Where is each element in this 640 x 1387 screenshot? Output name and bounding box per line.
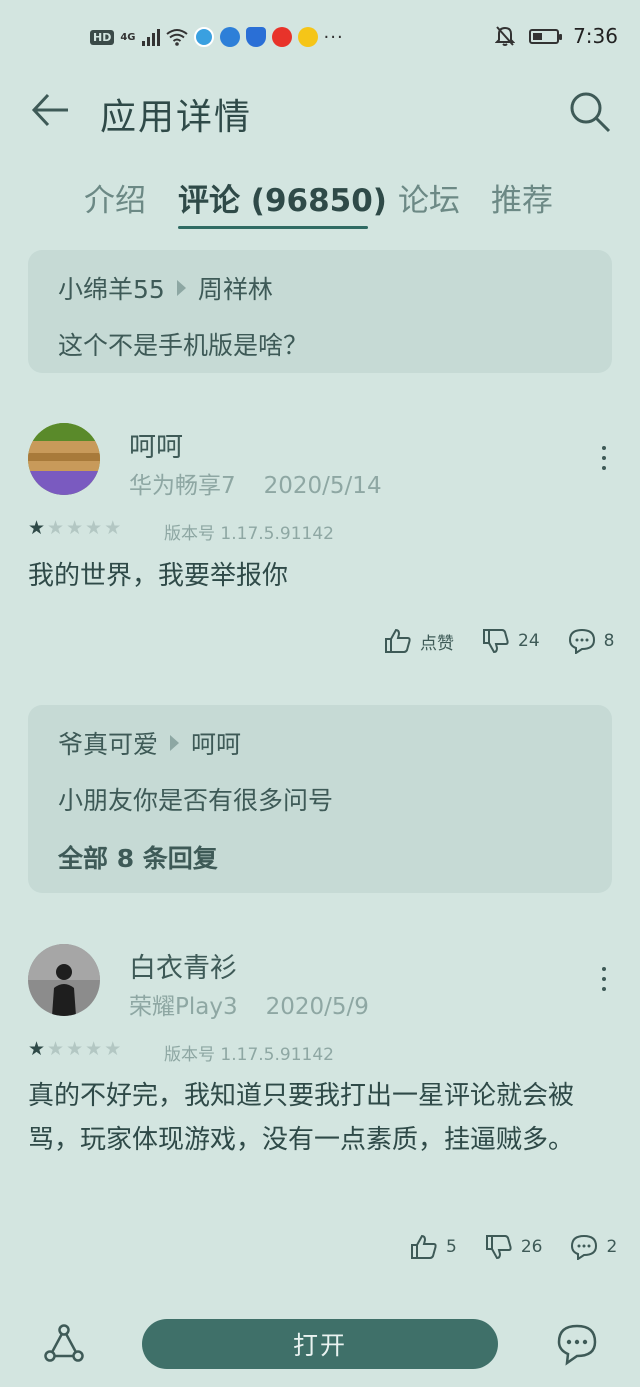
thumbs-up-icon: [411, 1234, 437, 1259]
star-rating: ★ ★ ★ ★ ★: [28, 517, 122, 539]
more-options-icon[interactable]: [600, 446, 608, 476]
reply-from-user[interactable]: 爷真可爱: [58, 725, 158, 761]
reviewer-name[interactable]: 呵呵: [129, 425, 183, 464]
avatar[interactable]: [28, 423, 100, 495]
clock: 7:36: [573, 24, 618, 48]
reply-text: 这个不是手机版是啥？: [58, 331, 309, 360]
page-title: 应用详情: [100, 97, 253, 138]
review-meta: 荣耀Play3 2020/5/9: [129, 987, 397, 1021]
reply-arrow-icon: [170, 735, 180, 751]
thumbs-down-icon: [483, 629, 509, 654]
shield-notification-icon: [245, 27, 266, 47]
wifi-icon: [165, 29, 188, 46]
reviewer-name[interactable]: 白衣青衫: [129, 946, 237, 985]
dislike-count: 24: [518, 631, 540, 651]
version-label: 版本号 1.17.5.91142: [164, 1045, 334, 1065]
share-icon[interactable]: [42, 1322, 86, 1366]
like-count: 点赞: [420, 633, 454, 654]
thumbs-down-icon: [485, 1235, 512, 1260]
reply-to-user[interactable]: 周祥林: [198, 270, 273, 306]
app-notification-icon: [193, 27, 214, 47]
back-arrow-icon[interactable]: [30, 90, 70, 130]
tab-bar: 介绍 评论 (96850) 论坛 推荐: [0, 175, 640, 229]
reply-card[interactable]: 爷真可爱 呵呵 小朋友你是否有很多问号 全部 8 条回复: [28, 705, 612, 893]
comment-button[interactable]: 8: [568, 628, 615, 654]
comment-count: 2: [606, 1237, 618, 1257]
mute-bell-icon: [495, 26, 516, 46]
search-icon[interactable]: [568, 90, 612, 134]
version-label: 版本号 1.17.5.91142: [164, 524, 334, 544]
all-replies-link[interactable]: 全部 8 条回复: [58, 839, 218, 875]
open-app-button[interactable]: 打开: [142, 1319, 498, 1369]
comment-bubble-icon: [571, 1234, 598, 1260]
star-rating: ★ ★ ★ ★ ★: [28, 1038, 122, 1060]
tab-reviews[interactable]: 评论 (96850): [178, 175, 387, 220]
more-options-icon[interactable]: [600, 967, 608, 997]
tab-intro[interactable]: 介绍: [84, 175, 146, 220]
network-type: 4G: [120, 31, 136, 43]
review-text: 我的世界，我要举报你: [28, 561, 289, 591]
signal-icon: [141, 28, 160, 46]
hd-badge: HD: [90, 29, 115, 45]
comment-bubble-icon: [568, 628, 595, 654]
review-meta: 华为畅享7 2020/5/14: [129, 466, 410, 500]
review-date: 2020/5/14: [263, 473, 382, 499]
like-button[interactable]: 点赞: [384, 628, 454, 654]
tab-recommend[interactable]: 推荐: [491, 175, 553, 220]
browser-notification-icon: [219, 27, 240, 47]
review-text: 真的不好完，我知道只要我打出一星评论就会被骂，玩家体现游戏，没有一点素质，挂逼贼…: [28, 1081, 575, 1155]
status-bar: HD 4G ··· 7:36: [0, 0, 640, 72]
active-tab-indicator: [178, 226, 368, 229]
status-icons-right: 7:36: [495, 24, 618, 48]
reply-text: 小朋友你是否有很多问号: [58, 786, 334, 815]
music-app-icon: [297, 27, 318, 47]
more-notifications-icon: ···: [323, 26, 344, 48]
thumbs-up-icon: [385, 628, 411, 653]
status-icons-left: HD 4G ···: [90, 26, 344, 48]
weibo-icon: [271, 27, 292, 47]
review-actions: 点赞 24 8: [384, 628, 614, 654]
comment-button[interactable]: 2: [570, 1234, 617, 1260]
reply-card[interactable]: 小绵羊55 周祥林 这个不是手机版是啥？: [28, 250, 612, 373]
review-date: 2020/5/9: [265, 994, 369, 1020]
reply-from-user[interactable]: 小绵羊55: [58, 270, 165, 306]
dislike-count: 26: [520, 1237, 543, 1257]
reply-arrow-icon: [176, 280, 186, 296]
like-button[interactable]: 5: [410, 1234, 457, 1260]
battery-icon: [529, 28, 563, 44]
like-count: 5: [446, 1237, 457, 1257]
comment-bubble-icon[interactable]: [555, 1322, 599, 1366]
avatar[interactable]: [28, 944, 100, 1016]
reply-to-user[interactable]: 呵呵: [191, 725, 241, 761]
reviewer-device: 荣耀Play3: [129, 994, 238, 1020]
comment-count: 8: [603, 631, 615, 651]
tab-forum[interactable]: 论坛: [398, 175, 460, 220]
dislike-button[interactable]: 26: [485, 1234, 543, 1260]
review-actions: 5 26 2: [410, 1234, 617, 1260]
dislike-button[interactable]: 24: [482, 628, 540, 654]
reviewer-device: 华为畅享7: [129, 473, 236, 499]
